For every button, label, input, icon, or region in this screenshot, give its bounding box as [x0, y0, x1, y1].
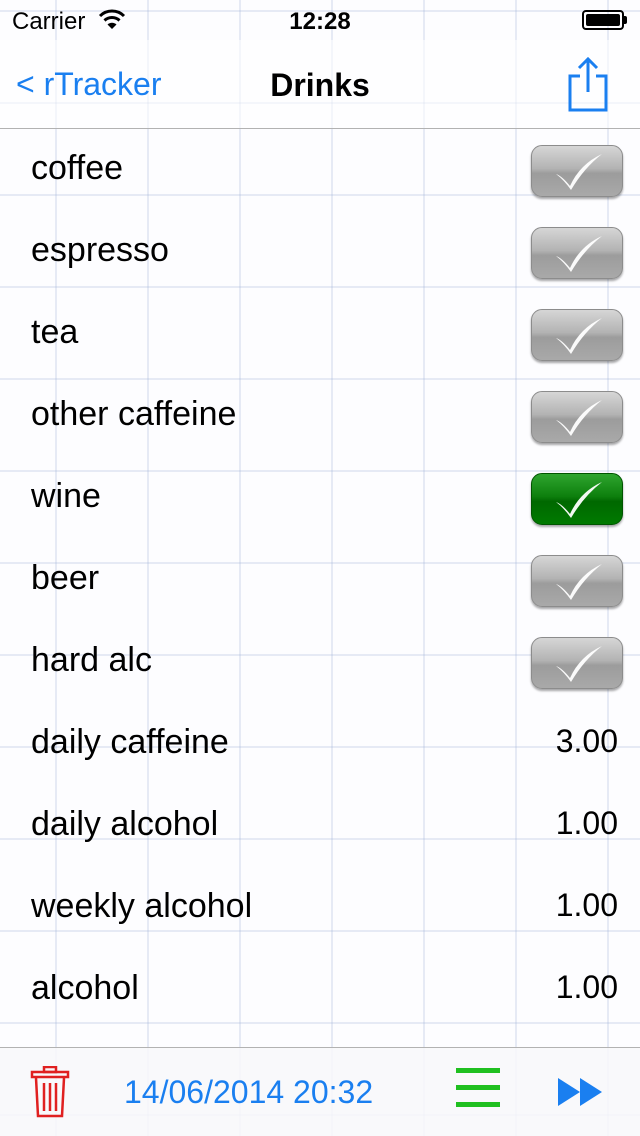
item-label: daily caffeine	[31, 723, 229, 761]
checkmark-icon	[556, 646, 602, 682]
checkbox-button[interactable]	[531, 637, 623, 689]
trash-icon[interactable]	[30, 1066, 70, 1118]
checkbox-button[interactable]	[531, 145, 623, 197]
list-item[interactable]: hard alc	[0, 621, 640, 703]
list-item[interactable]: weekly alcohol 1.00	[0, 867, 640, 949]
list-item[interactable]: other caffeine	[0, 375, 640, 457]
item-label: alcohol	[31, 969, 139, 1007]
checkmark-icon	[556, 318, 602, 354]
bottom-toolbar: 14/06/2014 20:32	[0, 1047, 640, 1136]
item-value: 3.00	[555, 723, 618, 759]
item-label: coffee	[31, 149, 124, 187]
status-time: 12:28	[289, 8, 351, 35]
list-item[interactable]: coffee	[0, 129, 640, 211]
navigation-bar: < rTracker Drinks	[0, 40, 640, 129]
battery-icon	[582, 10, 627, 30]
item-label: wine	[31, 477, 101, 515]
page-title: Drinks	[270, 67, 370, 103]
entry-date-button[interactable]: 14/06/2014 20:32	[124, 1074, 373, 1111]
item-value: 1.00	[555, 887, 618, 923]
item-label: weekly alcohol	[31, 887, 253, 925]
menu-icon[interactable]	[456, 1066, 500, 1110]
item-label: beer	[31, 559, 100, 597]
item-value: 1.00	[555, 969, 618, 1005]
item-label: hard alc	[31, 641, 152, 679]
checkbox-button[interactable]	[531, 227, 623, 279]
checkmark-icon	[556, 482, 602, 518]
list-item[interactable]: wine	[0, 457, 640, 539]
checkbox-button[interactable]	[531, 555, 623, 607]
checkbox-button[interactable]	[531, 391, 623, 443]
checkmark-icon	[556, 154, 602, 190]
checkmark-icon	[556, 400, 602, 436]
list-item[interactable]: tea	[0, 293, 640, 375]
checkbox-button[interactable]	[531, 473, 623, 525]
item-label: daily alcohol	[31, 805, 219, 843]
tracker-list: coffee espresso tea other caffeine wine beer h…	[0, 129, 640, 1031]
list-item[interactable]: alcohol 1.00	[0, 949, 640, 1031]
checkmark-icon	[556, 564, 602, 600]
item-label: other caffeine	[31, 395, 237, 433]
checkmark-icon	[556, 236, 602, 272]
share-icon[interactable]	[566, 56, 610, 112]
list-item[interactable]: espresso	[0, 211, 640, 293]
list-item[interactable]: beer	[0, 539, 640, 621]
checkbox-button[interactable]	[531, 309, 623, 361]
item-label: tea	[31, 313, 79, 351]
list-item[interactable]: daily alcohol 1.00	[0, 785, 640, 867]
status-bar: Carrier 12:28	[0, 0, 640, 40]
item-label: espresso	[31, 231, 169, 269]
fast-forward-icon[interactable]	[556, 1074, 606, 1110]
list-item[interactable]: daily caffeine 3.00	[0, 703, 640, 785]
item-value: 1.00	[555, 805, 618, 841]
